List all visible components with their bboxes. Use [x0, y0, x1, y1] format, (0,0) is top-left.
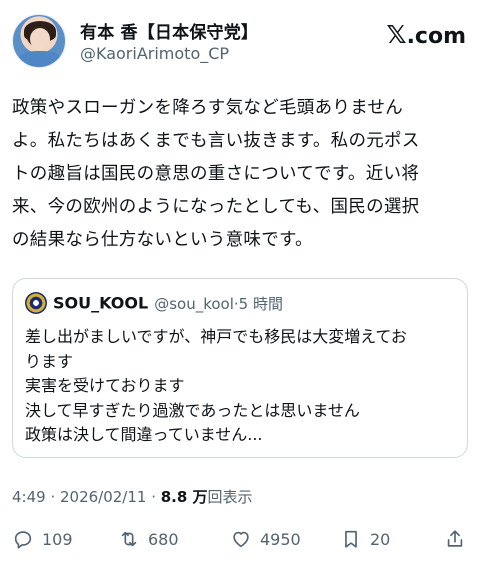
quoted-post-text: 差し出がましいですが、神戸でも移民は大変増えてお ります 実害を受けております … [25, 327, 407, 444]
bookmark-icon [345, 530, 357, 548]
watermark-text: .com [406, 24, 466, 49]
tweet-header: 有本 香【日本保守党】 @KaoriArimoto_CP 𝕏.com [12, 12, 468, 74]
repost-icon [121, 531, 137, 547]
reply-icon [14, 531, 32, 549]
share-button[interactable] [444, 524, 474, 554]
quoted-post[interactable]: SOU_KOOL @sou_kool·5 時間 差し出がましいですが、神戸でも移民… [12, 278, 468, 458]
post-text: 政策やスローガンを降ろす気など毛頭ありません よ。私たちはあくまでも言い抜きます… [12, 98, 420, 250]
view-count: 8.8 万 [160, 488, 208, 506]
quoted-author-name[interactable]: SOU_KOOL [53, 294, 148, 313]
action-bar: 109 680 4950 20 [12, 524, 468, 554]
bookmark-count: 20 [370, 529, 391, 549]
post-meta: 4:49 · 2026/02/11 · 8.8 万回表示 [12, 486, 253, 507]
like-button[interactable]: 4950 [230, 524, 301, 554]
bookmark-button[interactable]: 20 [340, 524, 390, 554]
reply-count: 109 [42, 529, 73, 549]
view-label: 回表示 [207, 488, 253, 506]
like-count: 4950 [260, 529, 301, 549]
quoted-post-header: SOU_KOOL @sou_kool·5 時間 [25, 292, 283, 316]
author-name[interactable]: 有本 香【日本保守党】 [80, 18, 258, 43]
x-logo-icon: 𝕏 [386, 20, 407, 49]
post-timestamp[interactable]: 4:49 · 2026/02/11 · [12, 488, 161, 506]
avatar-body [18, 51, 62, 67]
repost-button[interactable]: 680 [118, 524, 179, 554]
like-icon [233, 531, 249, 548]
repost-count: 680 [148, 529, 179, 549]
x-com-watermark: 𝕏.com [386, 20, 466, 49]
author-handle[interactable]: @KaoriArimoto_CP [80, 44, 229, 63]
quoted-author-avatar[interactable] [25, 292, 47, 314]
quoted-author-handle-time: @sou_kool·5 時間 [154, 294, 283, 313]
author-avatar[interactable] [12, 14, 66, 68]
reply-button[interactable]: 109 [12, 524, 73, 554]
avatar-face [30, 28, 50, 50]
share-icon [447, 530, 463, 547]
